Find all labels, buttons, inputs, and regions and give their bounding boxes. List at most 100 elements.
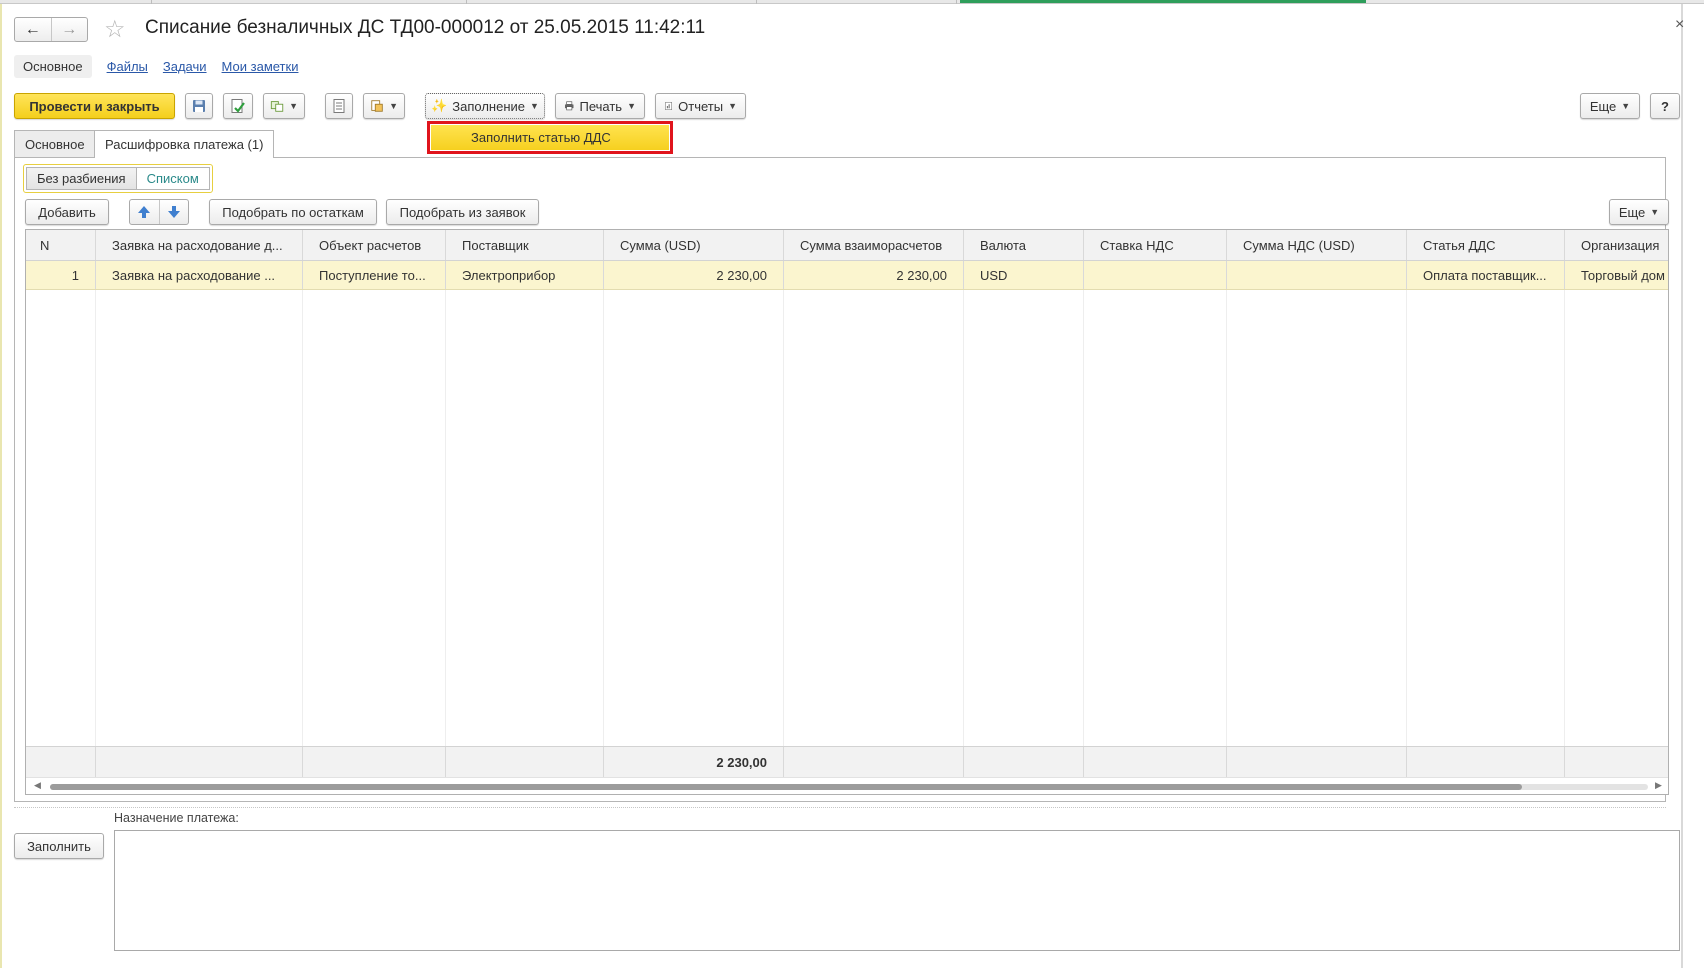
post-and-close-button[interactable]: Провести и закрыть — [14, 93, 175, 119]
move-down-button[interactable] — [160, 200, 189, 224]
add-row-button[interactable]: Добавить — [25, 199, 109, 225]
page-title: Списание безналичных ДС ТД00-000012 от 2… — [145, 17, 706, 38]
column-header-settlement-amount[interactable]: Сумма взаиморасчетов — [784, 230, 964, 260]
cell-vat-amount — [1227, 261, 1407, 289]
section-nav-notes[interactable]: Мои заметки — [222, 59, 299, 74]
chevron-down-icon: ▼ — [1650, 207, 1660, 217]
window-tab-strip — [0, 0, 1704, 4]
column-separator — [603, 290, 604, 746]
column-header-vat-amount[interactable]: Сумма НДС (USD) — [1227, 230, 1407, 260]
cell-vat-rate — [1084, 261, 1227, 289]
more-actions-button[interactable]: Еще ▼ — [1580, 93, 1640, 119]
fill-menu-button[interactable]: ✨ Заполнение ▼ — [425, 93, 545, 119]
fill-dropdown-menu: Заполнить статью ДДС — [427, 121, 673, 154]
cell-currency: USD — [964, 261, 1084, 289]
fill-wand-icon: ✨ — [431, 98, 448, 113]
forward-button[interactable]: → — [52, 18, 88, 41]
total-amount-usd: 2 230,00 — [604, 747, 784, 777]
chevron-down-icon: ▼ — [728, 101, 737, 111]
print-label: Печать — [579, 98, 623, 114]
table-more-button[interactable]: Еще ▼ — [1609, 199, 1669, 225]
column-header-supplier[interactable]: Поставщик — [446, 230, 604, 260]
scroll-right-icon[interactable]: ▶ — [1655, 780, 1662, 791]
floppy-disk-icon — [193, 100, 205, 112]
column-separator — [1406, 290, 1407, 746]
cell-amount-usd: 2 230,00 — [604, 261, 784, 289]
column-header-dds-article[interactable]: Статья ДДС — [1407, 230, 1565, 260]
scrollbar-thumb[interactable] — [50, 784, 1522, 790]
section-nav-tasks[interactable]: Задачи — [163, 59, 207, 74]
column-header-currency[interactable]: Валюта — [964, 230, 1084, 260]
toggle-no-split[interactable]: Без разбиения — [26, 167, 137, 190]
column-header-organization[interactable]: Организация — [1565, 230, 1668, 260]
back-button[interactable]: ← — [15, 18, 52, 41]
cell-request: Заявка на расходование ... — [96, 261, 303, 289]
row-move-group — [129, 199, 189, 225]
cell-organization: Торговый дом — [1581, 267, 1665, 283]
payment-breakdown-table: N Заявка на расходование д... Объект рас… — [25, 229, 1669, 795]
arrow-left-icon: ← — [24, 20, 41, 38]
column-separator — [963, 290, 964, 746]
column-separator — [1083, 290, 1084, 746]
toggle-list[interactable]: Списком — [136, 167, 210, 190]
arrow-up-icon — [138, 206, 151, 218]
close-icon[interactable]: × — [1675, 16, 1684, 34]
pick-by-balance-button[interactable]: Подобрать по остаткам — [209, 199, 377, 225]
related-documents-button[interactable]: ▼ — [363, 93, 405, 119]
list-icon — [333, 99, 345, 113]
help-button[interactable]: ? — [1650, 93, 1680, 119]
section-nav: Основное Файлы Задачи Мои заметки — [14, 54, 298, 78]
cell-supplier: Электроприбор — [446, 261, 604, 289]
payment-purpose-field[interactable] — [114, 830, 1680, 951]
history-nav: ← → — [14, 17, 88, 42]
split-mode-toggle: Без разбиения Списком — [23, 164, 213, 193]
table-row[interactable]: 1 Заявка на расходование ... Поступление… — [26, 261, 1668, 290]
post-document-icon — [231, 99, 245, 113]
fill-purpose-button[interactable]: Заполнить — [14, 833, 104, 859]
document-journal-button[interactable] — [325, 93, 353, 119]
chevron-down-icon: ▼ — [530, 101, 539, 111]
column-separator — [1564, 290, 1565, 746]
column-separator — [1226, 290, 1227, 746]
window-right-border — [1681, 4, 1683, 968]
window-left-border — [0, 4, 2, 968]
column-header-request[interactable]: Заявка на расходование д... — [96, 230, 303, 260]
menu-item-fill-dds-article[interactable]: Заполнить статью ДДС — [431, 125, 669, 150]
scroll-left-icon[interactable]: ◀ — [34, 780, 41, 791]
tab-payment-breakdown[interactable]: Расшифровка платежа (1) — [94, 130, 275, 158]
move-up-button[interactable] — [130, 200, 160, 224]
payment-purpose-label: Назначение платежа: — [114, 811, 239, 825]
section-nav-files[interactable]: Файлы — [107, 59, 148, 74]
section-nav-main[interactable]: Основное — [14, 54, 92, 78]
printer-icon — [564, 101, 574, 111]
column-header-settlement-object[interactable]: Объект расчетов — [303, 230, 446, 260]
reports-button[interactable]: Отчеты ▼ — [655, 93, 746, 119]
more-actions-label: Еще — [1589, 98, 1617, 114]
chevron-down-icon: ▼ — [389, 101, 398, 111]
column-header-amount-usd[interactable]: Сумма (USD) — [604, 230, 784, 260]
column-header-n[interactable]: N — [26, 230, 96, 260]
cell-settlement-amount: 2 230,00 — [784, 261, 964, 289]
chevron-down-icon: ▼ — [1621, 101, 1631, 111]
create-based-on-icon — [270, 101, 284, 112]
arrow-right-icon: → — [61, 20, 78, 38]
column-separator — [95, 290, 96, 746]
tab-main[interactable]: Основное — [14, 130, 96, 157]
table-empty-area — [26, 290, 1668, 746]
save-button[interactable] — [185, 93, 213, 119]
pick-from-requests-button[interactable]: Подобрать из заявок — [386, 199, 539, 225]
report-icon — [665, 102, 672, 110]
cell-n: 1 — [26, 261, 96, 289]
chevron-down-icon: ▼ — [289, 101, 298, 111]
arrow-down-icon — [167, 206, 180, 218]
star-icon[interactable]: ☆ — [104, 15, 126, 44]
post-button[interactable] — [223, 93, 253, 119]
related-documents-icon — [371, 100, 383, 112]
column-separator — [445, 290, 446, 746]
create-based-on-button[interactable]: ▼ — [263, 93, 305, 119]
cell-settlement-object: Поступление то... — [303, 261, 446, 289]
column-header-vat-rate[interactable]: Ставка НДС — [1084, 230, 1227, 260]
horizontal-scrollbar[interactable]: ◀ ▶ — [26, 777, 1668, 794]
print-button[interactable]: Печать ▼ — [555, 93, 645, 119]
cell-dds-article: Оплата поставщик... — [1407, 261, 1565, 289]
